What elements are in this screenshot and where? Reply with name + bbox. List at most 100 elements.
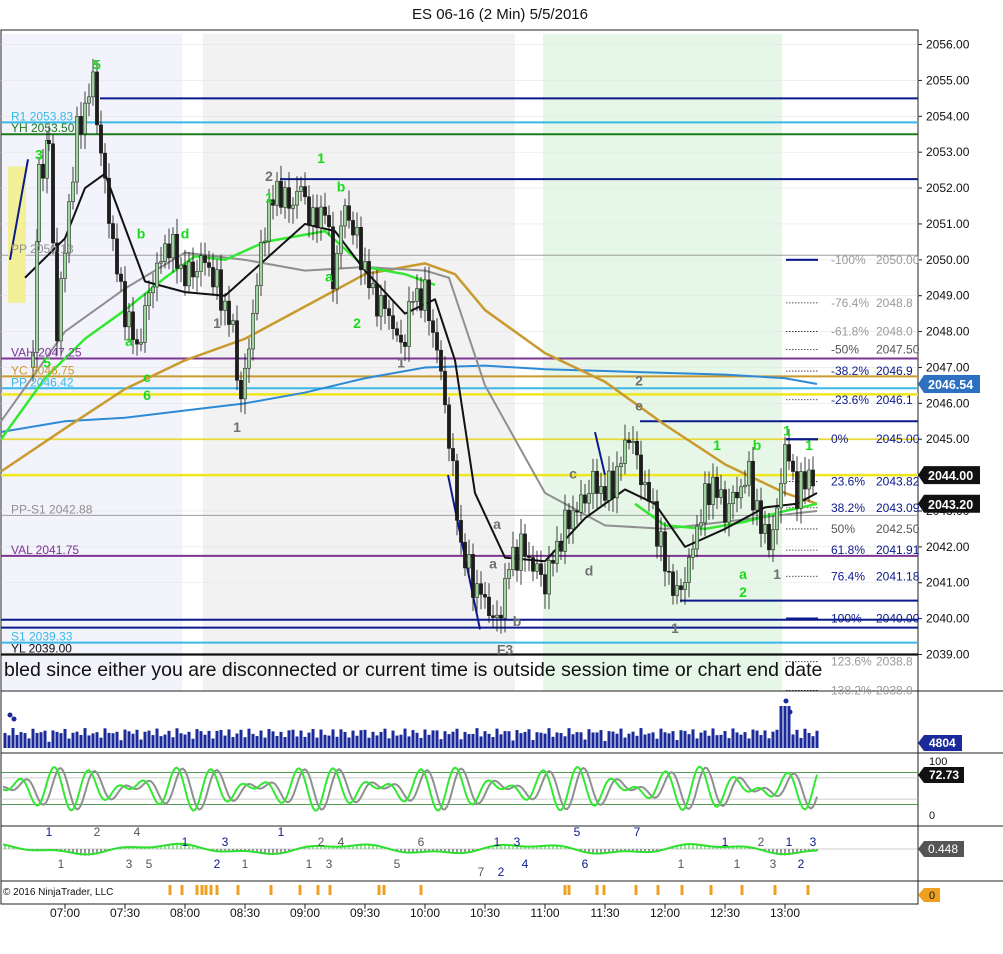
volume-bar xyxy=(231,737,235,748)
volume-bar xyxy=(399,734,403,748)
fib-percent-label: 138.2% xyxy=(831,683,872,697)
price-marker-label: 2046.54 xyxy=(928,378,973,392)
candle-down xyxy=(419,288,423,311)
candle-up xyxy=(195,271,199,278)
candle-down xyxy=(479,583,483,595)
volume-bar xyxy=(579,732,583,748)
y-tick-label: 2048.00 xyxy=(926,325,970,339)
x-tick-label: 12:00 xyxy=(650,906,680,920)
candle-up xyxy=(783,444,787,484)
volume-bar xyxy=(395,735,399,748)
volume-bar xyxy=(151,735,155,748)
wave-label: d xyxy=(181,225,190,241)
signal-bar xyxy=(563,885,567,895)
osc-wave-label: 6 xyxy=(418,835,425,849)
y-tick-label: 2046.00 xyxy=(926,396,970,410)
candle-down xyxy=(795,471,799,509)
volume-bar xyxy=(267,729,271,748)
wave-label: a xyxy=(739,566,747,582)
volume-bar xyxy=(99,737,103,748)
osc-wave-label: 5 xyxy=(394,857,401,871)
candle-down xyxy=(491,615,495,618)
candle-down xyxy=(303,186,307,198)
candle-up xyxy=(591,471,595,494)
x-tick-label: 08:30 xyxy=(230,906,260,920)
volume-bar xyxy=(659,728,663,748)
candle-down xyxy=(487,596,491,616)
volume-bar xyxy=(783,706,787,748)
candle-up xyxy=(263,240,267,243)
y-tick-label: 2056.00 xyxy=(926,38,970,52)
candle-down xyxy=(439,349,443,372)
candle-up xyxy=(779,483,783,509)
stoch-tick-0: 0 xyxy=(929,810,935,822)
volume-bar xyxy=(699,732,703,748)
volume-bar xyxy=(743,732,747,748)
volume-bar xyxy=(239,729,243,748)
osc-wave-label: 1 xyxy=(46,825,53,839)
volume-bar xyxy=(211,738,215,748)
volume-bar xyxy=(507,731,511,748)
volume-bar xyxy=(623,737,627,748)
volume-bar xyxy=(271,731,275,748)
osc-wave-label: 3 xyxy=(326,857,333,871)
candle-down xyxy=(751,460,755,511)
volume-bar xyxy=(23,733,27,748)
candle-up xyxy=(187,261,191,287)
candle-up xyxy=(371,283,375,289)
price-level-label: VAL 2041.75 xyxy=(11,543,79,557)
volume-bar xyxy=(363,729,367,748)
candle-up xyxy=(275,180,279,206)
candle-up xyxy=(87,96,91,104)
candle-down xyxy=(671,571,675,596)
wave-label: d xyxy=(585,563,594,579)
volume-bar xyxy=(815,730,819,748)
volume-bar xyxy=(607,731,611,748)
stoch-tick-100: 100 xyxy=(929,756,947,768)
candle-down xyxy=(103,152,107,179)
volume-bar xyxy=(19,732,23,748)
price-level-label: YH 2053.50 xyxy=(11,121,75,135)
volume-bar xyxy=(11,728,15,748)
candle-down xyxy=(327,215,331,228)
x-tick-label: 09:00 xyxy=(290,906,320,920)
osc-wave-label: 1 xyxy=(278,825,285,839)
wave-label: 1 xyxy=(233,419,241,435)
candle-up xyxy=(643,482,647,486)
candle-up xyxy=(411,301,415,303)
y-tick-label: 2042.00 xyxy=(926,540,970,554)
y-tick-label: 2039.00 xyxy=(926,648,970,662)
price-chart[interactable]: ES 06-16 (2 Min) 5/5/2016 2039.00 2040.00… xyxy=(0,0,1003,954)
candle-down xyxy=(635,440,639,456)
volume-bar xyxy=(143,731,147,748)
volume-bar xyxy=(531,740,535,748)
volume-bar xyxy=(387,738,391,748)
volume-bar xyxy=(147,730,151,748)
volume-bar xyxy=(479,736,483,748)
volume-bar xyxy=(35,732,39,748)
candle-up xyxy=(83,102,87,135)
volume-bar xyxy=(307,732,311,748)
candle-down xyxy=(655,501,659,547)
osc-wave-label: 1 xyxy=(786,835,793,849)
candle-up xyxy=(579,494,583,513)
candle-down xyxy=(803,471,807,490)
candle-down xyxy=(767,524,771,551)
wave-label: 1 xyxy=(805,437,813,453)
candle-up xyxy=(563,509,567,552)
candle-down xyxy=(107,178,111,224)
session-shading xyxy=(2,34,782,691)
candle-up xyxy=(291,204,295,209)
osc-wave-label: 4 xyxy=(134,825,141,839)
x-tick-label: 07:30 xyxy=(110,906,140,920)
candle-down xyxy=(167,243,171,259)
candle-down xyxy=(219,269,223,311)
wave-label: b xyxy=(137,225,146,241)
candle-down xyxy=(459,520,463,543)
candle-up xyxy=(503,578,507,619)
copyright-text: © 2016 NinjaTrader, LLC xyxy=(3,887,113,898)
volume-bar xyxy=(651,732,655,748)
volume-bar xyxy=(119,740,123,748)
volume-bar xyxy=(343,731,347,748)
volume-bar xyxy=(39,732,43,748)
